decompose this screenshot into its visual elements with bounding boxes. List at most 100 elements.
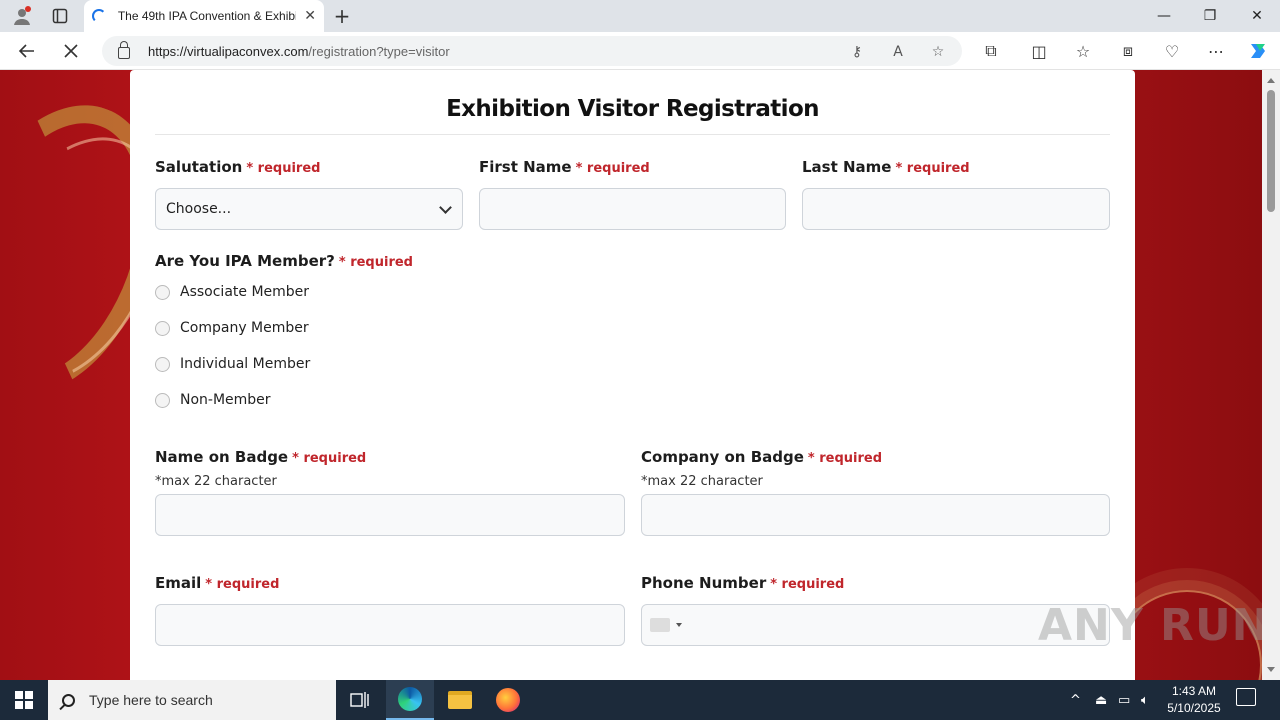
tab-actions-icon[interactable] [46, 3, 74, 29]
windows-logo-icon [15, 691, 33, 709]
read-aloud-icon[interactable]: A [888, 42, 908, 62]
page-background: Exhibition Visitor Registration Salutati… [0, 70, 1262, 680]
divider [155, 134, 1110, 135]
favorite-star-icon[interactable]: ☆ [928, 42, 948, 62]
company-on-badge-label: Company on Badge * required [641, 448, 882, 466]
company-on-badge-hint: *max 22 character [641, 474, 763, 489]
radio-individual-member[interactable]: Individual Member [155, 356, 310, 372]
browser-tab[interactable]: The 49th IPA Convention & Exhibition ✕ [84, 0, 324, 32]
firefox-taskbar-icon[interactable] [484, 680, 532, 720]
name-on-badge-input[interactable] [155, 494, 625, 536]
clock-date: 5/10/2025 [1167, 701, 1221, 715]
lock-icon[interactable] [118, 41, 130, 59]
page-scrollbar[interactable] [1262, 70, 1280, 680]
windows-taskbar: Type here to search ^ ⏏ ▭ 🔈︎ 1:43 AM 5/1… [0, 680, 1280, 720]
restore-icon[interactable]: ❐ [1187, 0, 1233, 32]
stop-loading-icon[interactable] [56, 37, 86, 65]
email-label-text: Email [155, 574, 202, 592]
radio-associate-member[interactable]: Associate Member [155, 284, 309, 300]
minimize-icon[interactable]: — [1141, 0, 1187, 32]
salutation-label: Salutation * required [155, 158, 320, 176]
country-flag-icon[interactable] [650, 618, 670, 632]
scroll-down-icon[interactable] [1267, 667, 1275, 672]
usb-icon[interactable]: ⏏ [1095, 680, 1107, 720]
folder-icon [448, 691, 472, 709]
close-window-icon[interactable]: ✕ [1234, 0, 1280, 32]
last-name-label-text: Last Name [802, 158, 892, 176]
tray-chevron-icon[interactable]: ^ [1070, 680, 1081, 720]
company-on-badge-input[interactable] [641, 494, 1110, 536]
edge-icon [398, 687, 422, 711]
ipa-member-label: Are You IPA Member? * required [155, 252, 413, 270]
required-marker: * required [246, 161, 321, 176]
url-path: /registration?type=visitor [308, 43, 450, 59]
notification-icon[interactable] [1236, 688, 1256, 706]
browser-nav-bar: https://virtualipaconvex.com/registratio… [0, 32, 1280, 70]
radio-button[interactable] [155, 284, 170, 300]
radio-label[interactable]: Individual Member [180, 356, 310, 372]
first-name-label-text: First Name [479, 158, 572, 176]
back-icon[interactable] [12, 37, 42, 65]
radio-company-member[interactable]: Company Member [155, 320, 309, 336]
company-on-badge-label-text: Company on Badge [641, 448, 804, 466]
volume-icon[interactable]: 🔈︎ [1141, 680, 1149, 720]
extensions-icon[interactable]: ⧉ [976, 37, 1006, 65]
first-name-input[interactable] [479, 188, 786, 230]
start-button[interactable] [0, 680, 48, 720]
key-icon[interactable]: ⚷ [847, 42, 867, 62]
taskbar-search[interactable]: Type here to search [48, 680, 336, 720]
split-screen-icon[interactable]: ◫ [1024, 37, 1054, 65]
anyrun-watermark: ANY RUN [1038, 600, 1270, 651]
file-explorer-taskbar-icon[interactable] [436, 680, 484, 720]
copilot-icon[interactable] [1243, 37, 1273, 65]
profile-icon[interactable] [8, 3, 36, 29]
search-placeholder: Type here to search [89, 692, 213, 708]
collections-icon[interactable]: ⧈ [1113, 37, 1143, 65]
email-label: Email * required [155, 574, 279, 592]
clock-time: 1:43 AM [1171, 684, 1217, 698]
phone-number-label-text: Phone Number [641, 574, 767, 592]
required-marker: * required [807, 451, 882, 466]
radio-label[interactable]: Associate Member [180, 284, 309, 300]
phone-number-label: Phone Number * required [641, 574, 844, 592]
loading-spinner-icon [92, 9, 106, 23]
email-input[interactable] [155, 604, 625, 646]
network-icon[interactable]: ▭ [1118, 680, 1130, 720]
radio-button[interactable] [155, 356, 170, 372]
radio-non-member[interactable]: Non-Member [155, 392, 271, 408]
chevron-down-icon [439, 201, 452, 214]
browser-tab-bar: The 49th IPA Convention & Exhibition ✕ +… [0, 0, 1280, 32]
radio-button[interactable] [155, 392, 170, 408]
new-tab-icon[interactable]: + [330, 4, 354, 28]
ipa-member-label-text: Are You IPA Member? [155, 252, 335, 270]
last-name-input[interactable] [802, 188, 1110, 230]
radio-button[interactable] [155, 320, 170, 336]
system-clock[interactable]: 1:43 AM 5/10/2025 [1160, 683, 1228, 717]
name-on-badge-label: Name on Badge * required [155, 448, 366, 466]
task-view-icon[interactable] [336, 680, 384, 720]
required-marker: * required [770, 577, 845, 592]
scroll-up-icon[interactable] [1267, 78, 1275, 83]
salutation-label-text: Salutation [155, 158, 243, 176]
first-name-label: First Name * required [479, 158, 650, 176]
tab-close-icon[interactable]: ✕ [304, 8, 316, 24]
registration-form: Exhibition Visitor Registration Salutati… [130, 70, 1135, 680]
required-marker: * required [292, 451, 367, 466]
url-host: https://virtualipaconvex.com [148, 43, 309, 59]
more-menu-icon[interactable]: ⋯ [1201, 37, 1231, 65]
url-text[interactable]: https://virtualipaconvex.com/registratio… [148, 44, 450, 59]
caret-down-icon[interactable] [676, 623, 682, 627]
tab-title: The 49th IPA Convention & Exhibition [117, 9, 296, 23]
scrollbar-thumb[interactable] [1267, 90, 1275, 212]
salutation-select[interactable]: Choose... [155, 188, 463, 230]
last-name-label: Last Name * required [802, 158, 970, 176]
address-bar[interactable]: https://virtualipaconvex.com/registratio… [102, 36, 962, 66]
search-icon [62, 693, 75, 707]
radio-label[interactable]: Non-Member [180, 392, 271, 408]
favorites-icon[interactable]: ☆ [1068, 37, 1098, 65]
browser-essentials-icon[interactable]: ♡ [1157, 37, 1187, 65]
salutation-value: Choose... [166, 201, 232, 217]
radio-label[interactable]: Company Member [180, 320, 309, 336]
required-marker: * required [575, 161, 650, 176]
edge-taskbar-icon[interactable] [386, 680, 434, 720]
